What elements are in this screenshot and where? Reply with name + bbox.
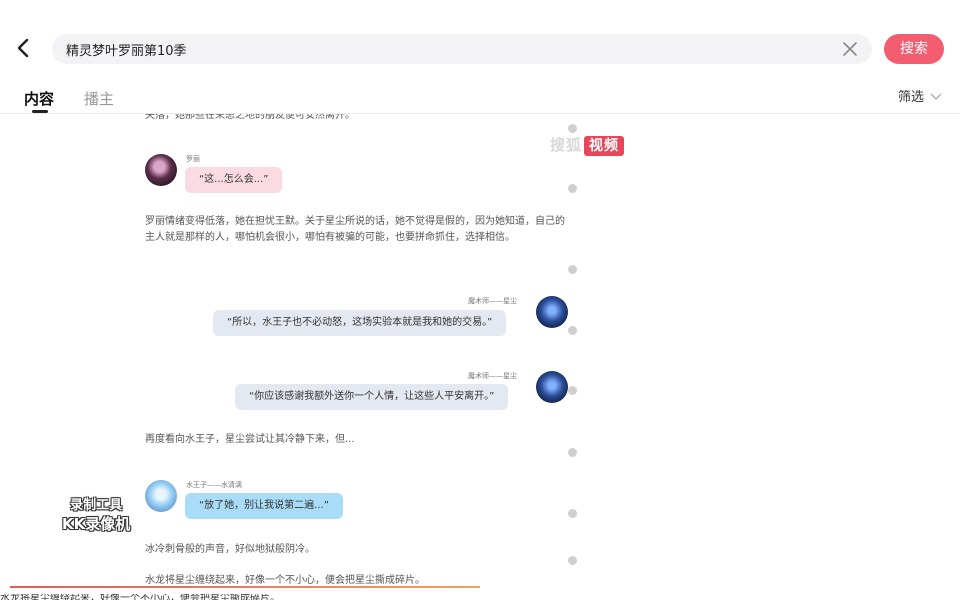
kk-watermark-line2: KK录像机 (62, 515, 131, 533)
article-paragraph: 再度看向水王子，星尘尝试让其冷静下来，但... (145, 434, 355, 445)
speaker-name: 罗丽 (186, 155, 200, 163)
sohu-watermark-text: 搜狐 (550, 136, 583, 154)
filter-button[interactable]: 筛选 (898, 86, 942, 105)
timeline-dot (568, 124, 577, 133)
dialogue-bubble: “这...怎么会...” (185, 167, 283, 193)
timeline-dot (568, 265, 577, 274)
video-player[interactable]: 失落，她那些在荣患之地的朋友便可安然离开。 罗丽 “这...怎么会...” 罗丽… (0, 114, 960, 600)
search-input[interactable]: 精灵梦叶罗丽第10季 (52, 34, 872, 64)
article-paragraph: 失落，她那些在荣患之地的朋友便可安然离开。 (145, 114, 355, 121)
filter-label: 筛选 (897, 90, 924, 105)
dialogue-bubble: “放了她，别让我说第二遍...” (185, 493, 343, 519)
kk-watermark-line1: 录制工具 (70, 498, 123, 513)
tab-content[interactable]: 内容 (24, 88, 54, 109)
timeline-dot (568, 448, 577, 457)
back-arrow-icon[interactable] (12, 36, 36, 60)
cut-off-caption-text: 水龙将星尘缠绕起来，好像一个不小心，便会把星尘撕成碎片。 (0, 594, 280, 600)
dialogue-bubble: “所以，水王子也不必动怒，这场实验本就是我和她的交易。” (213, 310, 507, 336)
avatar (536, 371, 568, 403)
avatar (145, 480, 177, 512)
sohu-watermark-tag: 视频 (584, 136, 625, 156)
sohu-video-watermark: 搜狐 视频 (550, 134, 625, 156)
timeline-dot (568, 386, 577, 395)
search-header: 精灵梦叶罗丽第10季 搜索 (0, 0, 960, 80)
tab-uploader[interactable]: 播主 (84, 88, 114, 109)
chevron-down-icon (930, 90, 942, 105)
clear-icon[interactable] (842, 41, 858, 57)
speaker-name: 水王子——水清漓 (186, 481, 242, 489)
article-paragraph: 罗丽情绪变得低落，她在担忧王默。关于星尘所说的话，她不觉得是假的，因为她知道，自… (145, 216, 565, 243)
speaker-name: 魔术师——星尘 (468, 372, 517, 380)
timeline-dot (568, 556, 577, 565)
avatar (536, 296, 568, 328)
kk-recorder-watermark: 录制工具 KK录像机 (62, 494, 130, 534)
tab-bar: 内容 播主 筛选 (0, 80, 960, 114)
video-progress-fill (10, 586, 480, 588)
tab-active-indicator (32, 110, 48, 113)
timeline-dot (568, 184, 577, 193)
search-query-text[interactable]: 精灵梦叶罗丽第10季 (66, 40, 187, 59)
article-paragraph: 冰冷刺骨般的声音，好似地狱般阴冷。 (145, 544, 315, 555)
dialogue-bubble: “你应该感谢我额外送你一个人情，让这些人平安离开。” (235, 384, 509, 410)
timeline-dot (568, 326, 577, 335)
search-button[interactable]: 搜索 (884, 34, 944, 64)
speaker-name: 魔术师——星尘 (468, 297, 517, 305)
timeline-dot (568, 509, 577, 518)
avatar (145, 154, 177, 186)
